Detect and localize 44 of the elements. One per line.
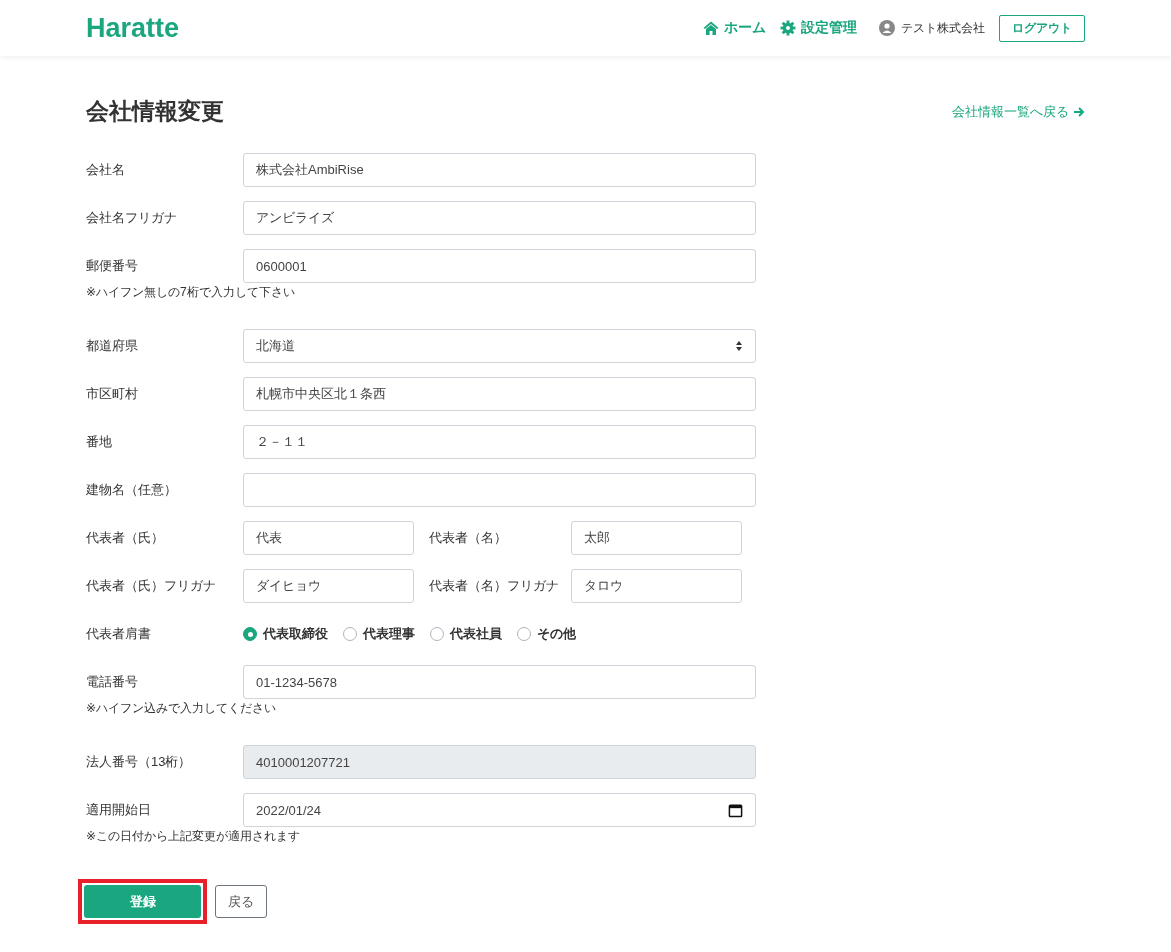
- prefecture-select[interactable]: 北海道: [243, 329, 756, 363]
- field-label: 会社名フリガナ: [86, 209, 178, 227]
- radio-option[interactable]: その他: [517, 625, 576, 643]
- field-label: 代表者（名）フリガナ: [428, 577, 560, 595]
- field-label: 電話番号: [86, 673, 139, 691]
- back-button[interactable]: 戻る: [215, 885, 267, 918]
- field-hint: ※ハイフン無しの7桁で入力して下さい: [86, 284, 296, 301]
- text-field[interactable]: 株式会社AmbiRise: [243, 153, 756, 187]
- field-label: 都道府県: [86, 337, 139, 355]
- field-label: 代表者（名）: [428, 529, 508, 547]
- field-label: 適用開始日: [86, 801, 152, 819]
- settings-icon: [780, 20, 796, 36]
- text-field[interactable]: 太郎: [571, 521, 742, 555]
- page-title: 会社情報変更: [86, 97, 224, 126]
- date-field[interactable]: 2022/01/24: [243, 793, 756, 827]
- text-field[interactable]: 0600001: [243, 249, 756, 283]
- field-label: 代表者肩書: [86, 625, 152, 643]
- field-hint: ※ハイフン込みで入力してください: [86, 700, 278, 717]
- text-field[interactable]: 代表: [243, 521, 414, 555]
- field-label: 法人番号（13桁）: [86, 753, 193, 771]
- text-field[interactable]: ２－１１: [243, 425, 756, 459]
- field-label: 会社名: [86, 161, 126, 179]
- text-field[interactable]: アンビライズ: [243, 201, 756, 235]
- select-caret-icon: [735, 340, 743, 352]
- home-icon: [703, 20, 719, 36]
- field-label: 郵便番号: [86, 257, 139, 275]
- field-label: 市区町村: [86, 385, 139, 403]
- radio-option[interactable]: 代表取締役: [243, 625, 328, 643]
- calendar-icon[interactable]: [728, 802, 743, 818]
- user-account: テスト株式会社: [879, 19, 985, 37]
- text-field[interactable]: タロウ: [571, 569, 742, 603]
- radio-option[interactable]: 代表社員: [430, 625, 502, 643]
- text-field[interactable]: 札幌市中央区北１条西: [243, 377, 756, 411]
- radio-option[interactable]: 代表理事: [343, 625, 415, 643]
- text-field[interactable]: ダイヒョウ: [243, 569, 414, 603]
- user-avatar-icon: [879, 20, 895, 36]
- arrow-right-icon: [1073, 105, 1085, 118]
- text-field[interactable]: [243, 473, 756, 507]
- field-hint: ※この日付から上記変更が適用されます: [86, 828, 302, 845]
- field-label: 番地: [86, 433, 113, 451]
- text-field[interactable]: 01-1234-5678: [243, 665, 756, 699]
- field-label: 建物名（任意）: [86, 481, 178, 499]
- field-label: 代表者（氏）フリガナ: [86, 577, 217, 595]
- field-label: 代表者（氏）: [86, 529, 165, 547]
